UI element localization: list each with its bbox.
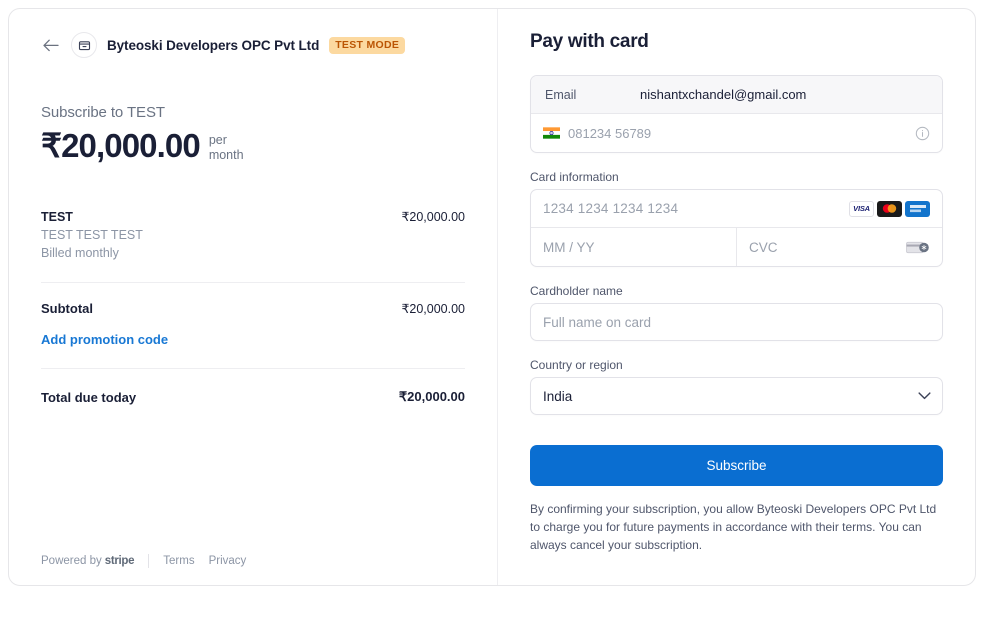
price-period-line2: month (208, 147, 244, 162)
india-flag-icon (543, 127, 560, 139)
cardholder-name-input[interactable] (530, 303, 943, 341)
phone-row[interactable]: 081234 56789 (531, 114, 942, 152)
subtotal-amount: ₹20,000.00 (401, 302, 465, 316)
terms-link[interactable]: Terms (163, 555, 194, 567)
order-summary-panel: Byteoski Developers OPC Pvt Ltd TEST MOD… (9, 9, 498, 585)
summary-footer: Powered by stripe Terms Privacy (41, 554, 246, 568)
line-item-description: TEST TEST TEST (41, 227, 143, 242)
line-item-text: TEST TEST TEST TEST Billed monthly (41, 208, 143, 262)
price-display: ₹20,000.00 per month (41, 128, 465, 164)
total-due-amount: ₹20,000.00 (398, 389, 465, 404)
country-select[interactable]: India (530, 377, 943, 415)
pay-with-card-title: Pay with card (530, 31, 649, 52)
merchant-name: Byteoski Developers OPC Pvt Ltd (107, 37, 320, 53)
rupay-card-icon (905, 200, 930, 217)
country-or-region-label: Country or region (530, 358, 623, 372)
powered-by-label: Powered by (41, 555, 102, 567)
visa-card-icon: VISA (849, 200, 874, 217)
country-select-wrapper: India (530, 377, 943, 415)
subscribe-heading: Subscribe to TEST (41, 104, 165, 121)
price-period: per month (209, 128, 244, 163)
powered-by-stripe[interactable]: Powered by stripe (41, 555, 135, 567)
line-items: TEST TEST TEST TEST Billed monthly ₹20,0… (41, 208, 465, 405)
subtotal-row: Subtotal ₹20,000.00 (41, 301, 465, 316)
price-period-line1: per (208, 133, 227, 147)
price-amount: ₹20,000.00 (41, 127, 201, 164)
line-item-name: TEST (41, 209, 73, 224)
line-item-row: TEST TEST TEST TEST Billed monthly ₹20,0… (41, 208, 465, 283)
line-item-amount: ₹20,000.00 (401, 209, 465, 224)
info-circle-icon[interactable] (915, 126, 930, 141)
privacy-link[interactable]: Privacy (209, 555, 247, 567)
mastercard-card-icon (877, 200, 902, 217)
merchant-box-icon (71, 32, 97, 58)
expiry-cvc-row: MM / YY CVC (531, 228, 942, 266)
merchant-header: Byteoski Developers OPC Pvt Ltd TEST MOD… (41, 31, 465, 59)
card-number-row[interactable]: 1234 1234 1234 1234 VISA (531, 190, 942, 228)
totals-block: Subtotal ₹20,000.00 Add promotion code (41, 283, 465, 369)
contact-field-group: Email nishantxchandel@gmail.com 081234 5… (530, 75, 943, 153)
add-promotion-code-link[interactable]: Add promotion code (41, 332, 168, 347)
email-value: nishantxchandel@gmail.com (640, 87, 807, 102)
cardholder-name-label: Cardholder name (530, 284, 623, 298)
terms-disclaimer: By confirming your subscription, you all… (530, 502, 937, 553)
payment-form-panel: Pay with card Email nishantxchandel@gmai… (498, 9, 975, 585)
footer-divider (148, 554, 150, 568)
card-number-input[interactable]: 1234 1234 1234 1234 (543, 201, 849, 216)
total-due-label: Total due today (41, 389, 137, 405)
expiry-input[interactable]: MM / YY (543, 240, 724, 255)
back-arrow-icon[interactable] (41, 35, 61, 55)
total-due-row: Total due today ₹20,000.00 (41, 369, 465, 405)
phone-input[interactable]: 081234 56789 (568, 126, 907, 141)
email-row: Email nishantxchandel@gmail.com (531, 76, 942, 114)
cvc-cell[interactable]: CVC (737, 228, 942, 266)
visa-label: VISA (853, 204, 870, 213)
line-item-billing: Billed monthly (41, 245, 119, 260)
card-information-label: Card information (530, 170, 619, 184)
test-mode-badge: TEST MODE (329, 36, 406, 54)
card-information-group: 1234 1234 1234 1234 VISA MM / YY CVC (530, 189, 943, 267)
cvc-card-icon (906, 241, 929, 253)
subscribe-button[interactable]: Subscribe (530, 445, 943, 486)
subtotal-label: Subtotal (41, 301, 93, 316)
expiry-cell[interactable]: MM / YY (531, 228, 737, 266)
accepted-card-brands: VISA (849, 200, 930, 217)
email-label: Email (545, 87, 577, 102)
stripe-wordmark: stripe (104, 555, 135, 567)
cvc-input[interactable]: CVC (749, 240, 898, 255)
checkout-card: Byteoski Developers OPC Pvt Ltd TEST MOD… (8, 8, 976, 586)
